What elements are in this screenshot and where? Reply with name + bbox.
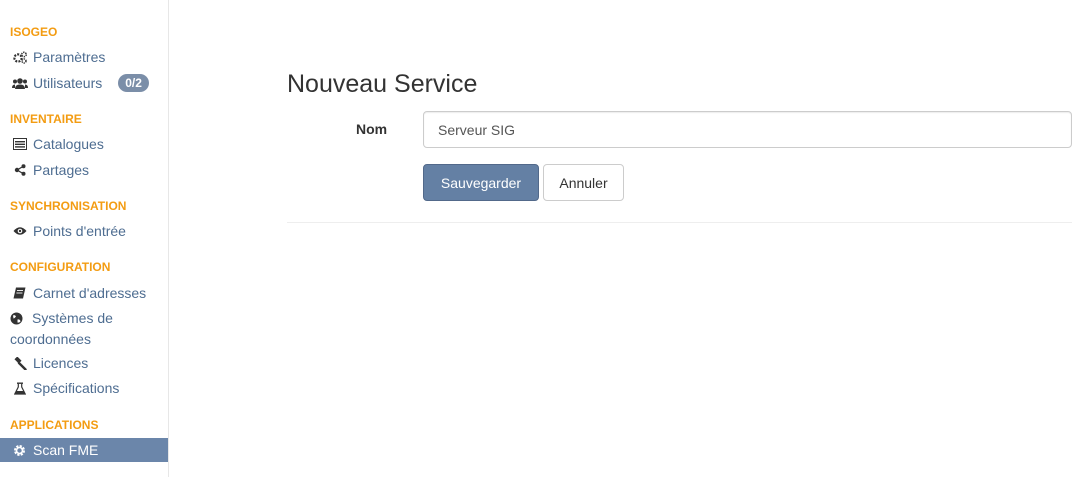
page-title: Nouveau Service [287,70,478,98]
cancel-button[interactable]: Annuler [543,164,624,201]
sidebar-item-label: Licences [33,355,89,371]
users-count-badge: 0/2 [118,74,149,92]
save-button[interactable]: Sauvegarder [423,164,539,201]
nom-label: Nom [356,121,388,137]
sidebar-item-parametres[interactable]: Paramètres [0,48,168,66]
sidebar-item-partages[interactable]: Partages [0,161,168,179]
section-title-applications: APPLICATIONS [10,418,99,432]
section-title-configuration: CONFIGURATION [10,260,111,274]
sidebar-item-label: Carnet d'adresses [33,285,147,301]
sidebar-item-carnet-adresses[interactable]: Carnet d'adresses [0,284,168,302]
nom-input[interactable] [423,111,1072,148]
book-icon [11,286,28,300]
sidebar-item-label: Catalogues [33,136,104,152]
sidebar-item-catalogues[interactable]: Catalogues [0,135,168,153]
sidebar-item-label: Points d'entrée [33,223,126,239]
cog-icon [11,443,28,457]
sidebar-item-utilisateurs[interactable]: Utilisateurs 0/2 [0,73,168,93]
divider [287,222,1072,223]
sidebar-item-label: Partages [33,162,90,178]
sidebar-item-label: Spécifications [33,380,120,396]
users-icon [11,76,28,90]
sidebar-item-label: Scan FME [33,442,99,458]
list-icon [11,137,28,151]
sidebar-item-licences[interactable]: Licences [0,354,168,372]
eye-icon [11,224,28,238]
sidebar-item-label: Paramètres [33,49,106,65]
cogs-icon [11,50,28,64]
sidebar-item-label: Utilisateurs [33,75,103,91]
flask-icon [11,381,28,395]
sidebar-item-points-entree[interactable]: Points d'entrée [0,222,168,240]
sidebar-item-label-line2: coordonnées [10,331,91,347]
sidebar-item-specifications[interactable]: Spécifications [0,379,168,397]
sidebar: ISOGEO Paramètres Utilisateurs 0/2 INVEN… [0,0,169,477]
globe-icon [10,311,27,330]
section-title-synchronisation: SYNCHRONISATION [10,199,127,213]
sidebar-item-scan-fme[interactable]: Scan FME [0,438,168,462]
sidebar-item-systemes-coordonnees[interactable]: Systèmes de coordonnées [10,309,160,349]
section-title-isogeo: ISOGEO [10,25,58,39]
sidebar-item-label-line1: Systèmes de [32,310,113,326]
gavel-icon [11,356,28,370]
share-icon [11,163,28,177]
section-title-inventaire: INVENTAIRE [10,112,82,126]
